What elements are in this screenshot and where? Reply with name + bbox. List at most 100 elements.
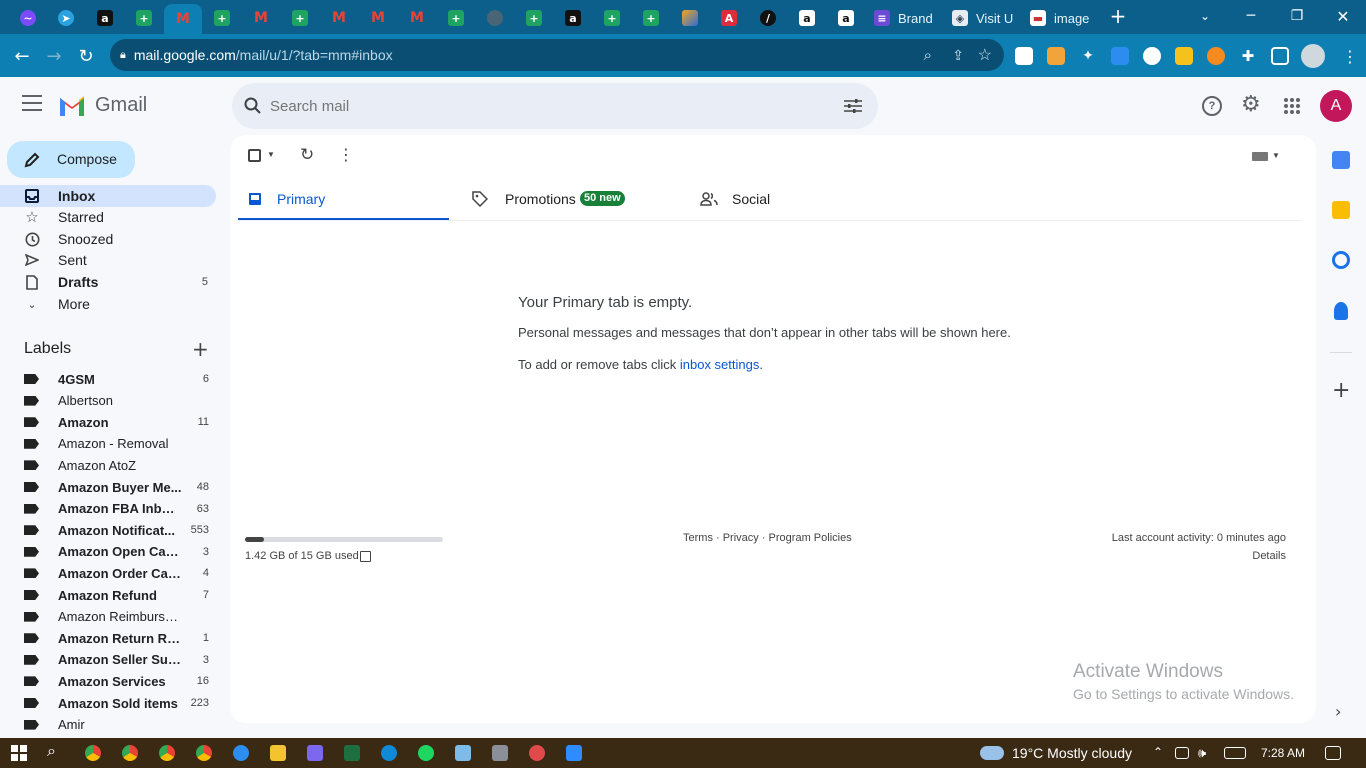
sidebar-label-item[interactable]: Amazon - Removal bbox=[0, 433, 216, 455]
tab-messenger[interactable]: ~ bbox=[9, 4, 47, 32]
keyboard-icon[interactable] bbox=[1224, 747, 1246, 759]
add-addon-icon[interactable]: + bbox=[1332, 378, 1350, 403]
notepad-icon[interactable] bbox=[455, 745, 471, 761]
sidebar-label-item[interactable]: Amazon Sold items 223 bbox=[0, 692, 216, 714]
tab-gmail[interactable]: M bbox=[320, 4, 358, 32]
settings-gear-icon[interactable]: ⚙ bbox=[1241, 92, 1261, 117]
compose-button[interactable]: Compose bbox=[7, 141, 135, 178]
minimize-button[interactable]: ─ bbox=[1228, 0, 1274, 32]
tab-gmail[interactable]: M bbox=[359, 4, 397, 32]
tab-sheets[interactable]: + bbox=[437, 4, 475, 32]
sidebar-label-item[interactable]: Amazon Buyer Me... 48 bbox=[0, 476, 216, 498]
chrome-icon[interactable] bbox=[196, 745, 212, 761]
sidebar-label-item[interactable]: Albertson bbox=[0, 390, 216, 412]
restore-button[interactable]: ❐ bbox=[1274, 0, 1320, 32]
sidebar-label-item[interactable]: Amazon Return Req... 1 bbox=[0, 627, 216, 649]
sidebar-label-item[interactable]: Amazon FBA Inbou... 63 bbox=[0, 498, 216, 520]
tab-app[interactable]: / bbox=[749, 4, 787, 32]
add-label-icon[interactable]: + bbox=[192, 337, 209, 361]
app-icon[interactable] bbox=[307, 745, 323, 761]
inbox-settings-link[interactable]: inbox settings bbox=[680, 357, 760, 372]
tab-sheets[interactable]: + bbox=[281, 4, 319, 32]
tab-gmail-active[interactable]: M bbox=[164, 4, 202, 34]
sidebar-item-snoozed[interactable]: Snoozed bbox=[0, 228, 216, 250]
back-button[interactable]: ← bbox=[8, 42, 36, 70]
address-bar[interactable]: 🔒︎ mail.google.com/mail/u/1/?tab=mm#inbo… bbox=[110, 39, 1004, 71]
extension-icon[interactable] bbox=[1143, 47, 1161, 65]
sidebar-label-item[interactable]: Amir bbox=[0, 714, 216, 736]
clock-time[interactable]: 7:28 AM bbox=[1261, 746, 1305, 760]
tab-amazon[interactable]: a bbox=[554, 4, 592, 32]
help-icon[interactable]: ? bbox=[1202, 96, 1222, 116]
sidebar-item-drafts[interactable]: Drafts 5 bbox=[0, 271, 216, 293]
more-options-icon[interactable]: ⋮ bbox=[338, 145, 354, 164]
tasks-icon[interactable] bbox=[1332, 251, 1350, 269]
windows-start-icon[interactable] bbox=[11, 745, 27, 761]
tab-sheets[interactable]: + bbox=[515, 4, 553, 32]
app-icon[interactable] bbox=[233, 745, 249, 761]
sidebar-label-item[interactable]: Amazon 11 bbox=[0, 411, 216, 433]
extension-icon[interactable] bbox=[1015, 47, 1033, 65]
volume-icon[interactable]: 🕪︎ bbox=[1198, 745, 1206, 761]
tab-image[interactable]: ▬ image bbox=[1022, 4, 1100, 32]
excel-icon[interactable] bbox=[344, 745, 360, 761]
weather-text[interactable]: 19°C Mostly cloudy bbox=[1012, 745, 1132, 761]
tab-search-icon[interactable]: ⌄ bbox=[1182, 0, 1228, 32]
puzzle-icon[interactable]: ✚ bbox=[1239, 47, 1257, 65]
bookmark-star-icon[interactable]: ☆ bbox=[978, 45, 992, 65]
tab-gmail[interactable]: M bbox=[242, 4, 280, 32]
sidebar-item-starred[interactable]: ☆ Starred bbox=[0, 206, 216, 228]
new-tab-button[interactable]: + bbox=[1096, 0, 1140, 32]
refresh-icon[interactable]: ↻ bbox=[300, 145, 314, 165]
tab-amazon[interactable]: a bbox=[788, 4, 826, 32]
tab-globe[interactable] bbox=[476, 4, 514, 32]
tab-sheets[interactable]: + bbox=[632, 4, 670, 32]
reload-button[interactable]: ↻ bbox=[72, 42, 100, 70]
sidebar-item-inbox[interactable]: Inbox bbox=[0, 185, 216, 207]
tab-sheets[interactable]: + bbox=[125, 4, 163, 32]
sidebar-label-item[interactable]: Amazon Reimbursement bbox=[0, 606, 216, 628]
zoom-icon[interactable] bbox=[566, 745, 582, 761]
calculator-icon[interactable] bbox=[492, 745, 508, 761]
profile-avatar[interactable] bbox=[1301, 44, 1325, 68]
close-window-button[interactable]: ✕ bbox=[1320, 0, 1366, 32]
input-tools-dropdown-icon[interactable]: ▼ bbox=[1272, 151, 1280, 160]
tab-app[interactable] bbox=[671, 4, 709, 32]
sidebar-item-sent[interactable]: Sent bbox=[0, 249, 216, 271]
weather-icon[interactable] bbox=[980, 746, 1004, 760]
activity-details-link[interactable]: Details bbox=[1252, 550, 1286, 562]
chrome-icon[interactable] bbox=[159, 745, 175, 761]
search-input[interactable] bbox=[270, 93, 790, 119]
sidebar-label-item[interactable]: Amazon Refund 7 bbox=[0, 584, 216, 606]
tab-social[interactable]: Social bbox=[690, 177, 910, 221]
taskbar-search-icon[interactable]: ⌕ bbox=[47, 743, 63, 760]
sidebar-label-item[interactable]: Amazon Seller Supp... 3 bbox=[0, 649, 216, 671]
show-side-panel-icon[interactable]: › bbox=[1335, 702, 1341, 721]
network-icon[interactable] bbox=[1175, 747, 1189, 759]
tab-angular[interactable]: A bbox=[710, 4, 748, 32]
tab-brand[interactable]: ≡ Brand bbox=[866, 4, 944, 32]
footer-links[interactable]: Terms · Privacy · Program Policies bbox=[683, 532, 852, 544]
select-all-checkbox[interactable] bbox=[248, 149, 261, 162]
main-menu-icon[interactable] bbox=[22, 95, 42, 111]
open-storage-icon[interactable] bbox=[360, 551, 371, 562]
spotify-icon[interactable] bbox=[418, 745, 434, 761]
chrome-icon[interactable] bbox=[122, 745, 138, 761]
tab-visit[interactable]: ◈ Visit U bbox=[944, 4, 1022, 32]
sidebar-label-item[interactable]: Amazon Order Can... 4 bbox=[0, 562, 216, 584]
extension-icon[interactable] bbox=[1207, 47, 1225, 65]
contacts-icon[interactable] bbox=[1334, 302, 1348, 320]
apps-grid-icon[interactable] bbox=[1284, 98, 1300, 114]
keyboard-icon[interactable] bbox=[1252, 152, 1268, 161]
search-options-icon[interactable] bbox=[844, 98, 862, 114]
tab-promotions[interactable]: Promotions 50 new bbox=[462, 177, 682, 221]
keep-icon[interactable] bbox=[1332, 201, 1350, 219]
file-explorer-icon[interactable] bbox=[270, 745, 286, 761]
select-dropdown-icon[interactable]: ▼ bbox=[267, 150, 275, 159]
extension-icon[interactable] bbox=[1175, 47, 1193, 65]
extension-icon[interactable]: ✦ bbox=[1079, 47, 1097, 65]
sidebar-label-item[interactable]: 4GSM 6 bbox=[0, 368, 216, 390]
sidebar-label-item[interactable]: Amazon Notificat... 553 bbox=[0, 519, 216, 541]
browser-menu-icon[interactable]: ⋮ bbox=[1336, 42, 1364, 70]
forward-button[interactable]: → bbox=[40, 42, 68, 70]
